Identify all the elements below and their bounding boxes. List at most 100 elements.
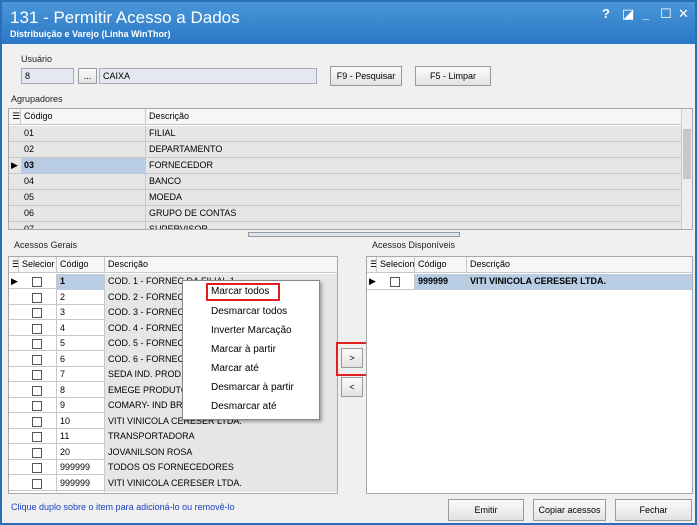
row-checkbox[interactable] (32, 354, 42, 365)
row-code: 4 (57, 320, 105, 337)
table-row[interactable]: 06 GRUPO DE CONTAS (9, 206, 692, 222)
row-code: 06 (21, 206, 146, 222)
col-header-desc[interactable]: Descrição (146, 109, 682, 125)
emit-button[interactable]: Emitir (448, 499, 524, 521)
row-select-cell (19, 305, 57, 321)
row-code: 20 (57, 444, 105, 461)
menu-item-desmarcar-todos[interactable]: Desmarcar todos (211, 306, 287, 317)
col-header-select[interactable]: Selecion (377, 257, 415, 273)
row-code: 03 (21, 158, 146, 174)
col-header-desc[interactable]: Descrição (105, 257, 337, 273)
row-code: 5 (57, 336, 105, 352)
col-header-desc[interactable]: Descrição (467, 257, 692, 273)
agrupadores-label: Agrupadores (11, 94, 63, 104)
row-desc: TRANSPORTADORA (105, 429, 337, 445)
row-code: 1 (57, 274, 105, 290)
table-row[interactable]: ▶ 999999 VITI VINICOLA CERESER LTDA. (367, 274, 692, 290)
restore-icon[interactable]: ◪ (622, 6, 634, 22)
row-select-cell (19, 398, 57, 414)
close-button[interactable]: Fechar (615, 499, 692, 521)
row-code: 6 (57, 351, 105, 368)
row-checkbox[interactable] (32, 292, 42, 303)
agrupadores-grid: ☰ Código Descrição 01 FILIAL 02 DEPARTAM… (8, 108, 693, 230)
row-checkbox[interactable] (32, 323, 42, 334)
menu-item-marcar-ate[interactable]: Marcar até (211, 363, 259, 374)
table-row[interactable]: 01 FILIAL (9, 126, 692, 142)
table-row[interactable]: 04 BANCO (9, 174, 692, 190)
row-select-cell (19, 429, 57, 445)
menu-item-marcar-todos[interactable]: Marcar todos (211, 286, 269, 297)
row-code: 05 (21, 190, 146, 206)
current-row-icon: ▶ (11, 160, 18, 170)
table-row[interactable]: 999999 VITI VINICOLA CERESER LTDA. (9, 475, 337, 492)
row-code: 3 (57, 305, 105, 321)
row-checkbox[interactable] (32, 370, 42, 380)
table-row[interactable]: 11 TRANSPORTADORA (9, 429, 337, 445)
row-checkbox[interactable] (32, 385, 42, 396)
row-checkbox[interactable] (32, 447, 42, 458)
menu-item-desmarcar-a-partir[interactable]: Desmarcar à partir (211, 382, 294, 393)
row-code: 8 (57, 382, 105, 399)
remove-access-button[interactable]: < (341, 377, 363, 397)
row-code: 07 (21, 222, 146, 229)
menu-item-desmarcar-ate[interactable]: Desmarcar até (211, 401, 277, 412)
row-code: 02 (21, 142, 146, 158)
context-menu: Marcar todos Desmarcar todos Inverter Ma… (182, 280, 320, 420)
row-code: 04 (21, 174, 146, 190)
row-code: 10 (57, 413, 105, 430)
row-checkbox[interactable] (32, 401, 42, 411)
table-row[interactable]: 07 SUPERVISOR (9, 222, 692, 229)
row-checkbox[interactable] (32, 478, 42, 489)
user-lookup-button[interactable]: ... (78, 68, 97, 84)
window-title: 131 - Permitir Acesso a Dados (10, 8, 240, 27)
close-icon[interactable]: ✕ (678, 6, 689, 22)
row-desc: MOEDA (146, 190, 682, 206)
scroll-thumb[interactable] (683, 129, 691, 179)
row-code: 11 (57, 429, 105, 445)
grid-header: ☰ Selecion Código Descrição (367, 257, 692, 273)
col-header-code[interactable]: Código (57, 257, 105, 273)
row-select-cell (19, 413, 57, 430)
search-button[interactable]: F9 - Pesquisar (330, 66, 402, 86)
row-desc: FILIAL (146, 126, 682, 142)
row-checkbox[interactable] (32, 463, 42, 473)
maximize-icon[interactable]: ☐ (660, 6, 672, 22)
table-row[interactable]: 05 MOEDA (9, 190, 692, 206)
splitter-handle[interactable] (248, 232, 460, 237)
help-icon[interactable]: ? (602, 6, 610, 21)
main-window: 131 - Permitir Acesso a Dados Distribuiç… (0, 0, 697, 525)
help-hint: Clique duplo sobre o item para adicioná-… (11, 502, 235, 512)
table-row[interactable]: 20 JOVANILSON ROSA (9, 444, 337, 461)
row-checkbox[interactable] (32, 416, 42, 427)
col-header-select[interactable]: Selecior (19, 257, 57, 273)
col-header-code[interactable]: Código (415, 257, 467, 273)
row-select-cell (19, 351, 57, 368)
row-select-cell (19, 336, 57, 352)
row-checkbox[interactable] (32, 432, 42, 442)
table-row[interactable]: 999999 TODOS OS FORNECEDORES (9, 460, 337, 476)
row-code: 9 (57, 398, 105, 414)
columns-icon[interactable]: ☰ (9, 109, 21, 125)
copy-access-button[interactable]: Copiar acessos (533, 499, 606, 521)
menu-item-marcar-a-partir[interactable]: Marcar à partir (211, 344, 276, 355)
table-row-selected[interactable]: ▶ 03 FORNECEDOR (9, 158, 692, 174)
user-code-field[interactable]: 8 (21, 68, 74, 84)
user-name-field[interactable]: CAIXA (99, 68, 317, 84)
row-desc: JOVANILSON ROSA (105, 444, 337, 461)
menu-item-inverter-marcacao[interactable]: Inverter Marcação (211, 325, 292, 336)
add-access-button[interactable]: > (341, 348, 363, 368)
row-checkbox[interactable] (32, 339, 42, 349)
row-checkbox[interactable] (32, 308, 42, 318)
clear-button[interactable]: F5 - Limpar (415, 66, 491, 86)
row-checkbox[interactable] (32, 277, 42, 287)
row-checkbox[interactable] (390, 277, 400, 287)
minimize-icon[interactable]: _ (642, 6, 649, 21)
row-select-cell (19, 382, 57, 399)
row-desc: VITI VINICOLA CERESER LTDA. (467, 274, 692, 290)
columns-icon[interactable]: ☰ (367, 257, 377, 273)
columns-icon[interactable]: ☰ (9, 257, 19, 273)
row-code: 01 (21, 126, 146, 142)
col-header-code[interactable]: Código (21, 109, 146, 125)
agrupadores-scrollbar[interactable] (681, 109, 692, 229)
table-row[interactable]: 02 DEPARTAMENTO (9, 142, 692, 158)
